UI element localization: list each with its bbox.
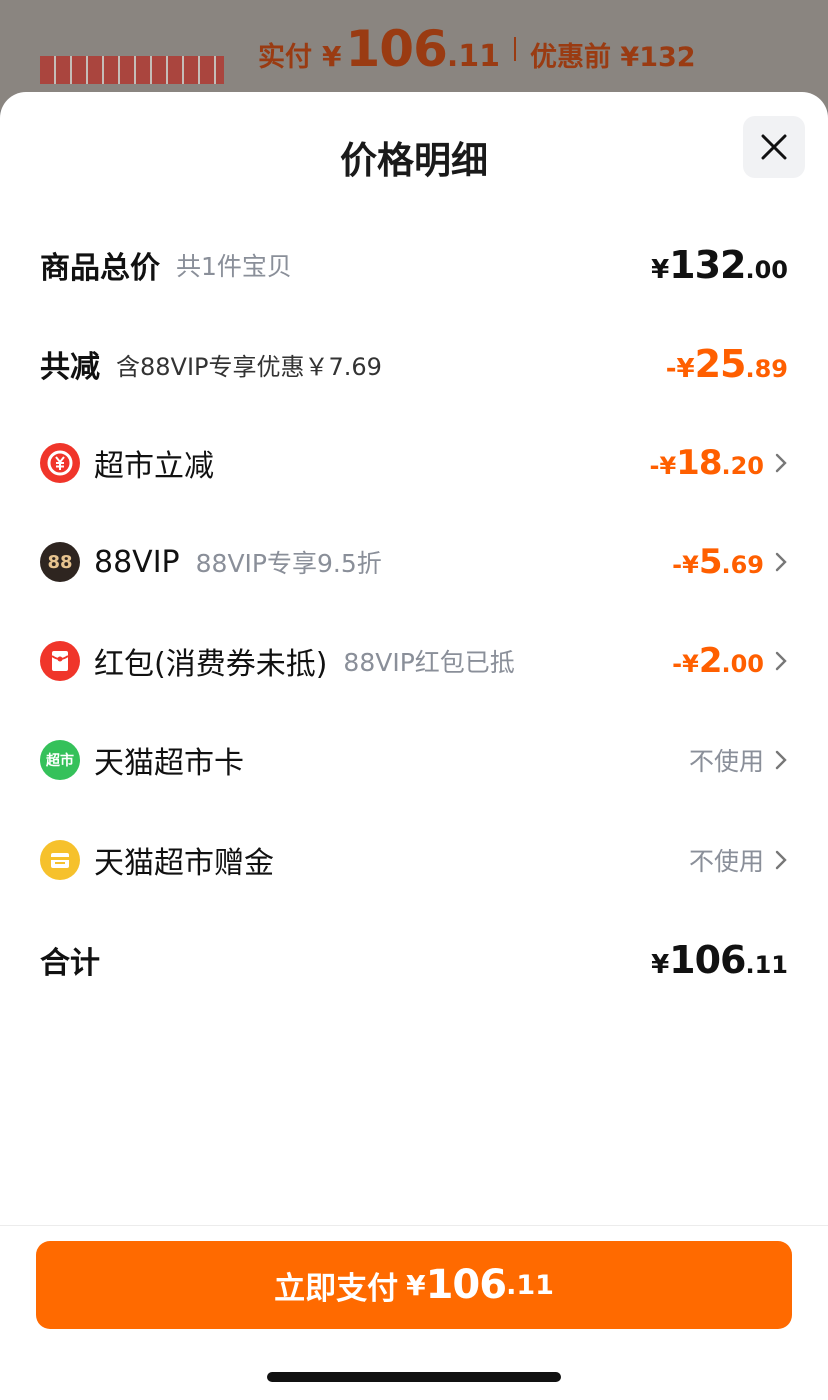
- chevron-right-icon: [775, 552, 787, 572]
- paid-dec: .11: [446, 39, 501, 74]
- 88vip-icon: 88: [40, 542, 80, 582]
- amount-dec: .20: [721, 452, 764, 480]
- row-sum: 合计 ¥ 106 .11: [40, 930, 788, 990]
- gift-icon: [40, 840, 80, 880]
- red-packet-icon: [40, 641, 80, 681]
- amount-dec: .89: [745, 355, 788, 383]
- home-indicator[interactable]: [267, 1372, 561, 1382]
- 88vip-value: -¥ 5 .69: [672, 542, 764, 582]
- chevron-right-icon: [775, 750, 787, 770]
- pay-amount-int: 106: [425, 1262, 507, 1308]
- supermarket-cut-value: -¥ 18 .20: [649, 443, 764, 483]
- close-icon: [761, 134, 787, 160]
- backdrop-price: 实付 ¥ 106 .11 优惠前 ¥132: [258, 20, 696, 78]
- amount-int: 132: [669, 243, 746, 287]
- price-detail-sheet: 价格明细 商品总价 共1件宝贝 ¥ 132 .00 共减 含88VIP专享优惠￥…: [0, 92, 828, 1400]
- amount-int: 18: [676, 443, 722, 483]
- amount-dec: .00: [721, 650, 764, 678]
- pay-currency: ¥: [406, 1268, 426, 1302]
- amount-dec: .11: [745, 951, 788, 979]
- tmall-card-value: 不使用: [688, 747, 764, 776]
- pay-amount-dec: .11: [506, 1269, 554, 1301]
- tmall-gift-label: 天猫超市赠金: [94, 846, 274, 881]
- tmall-gift-value: 不使用: [688, 847, 764, 876]
- red-packet-note: 88VIP红包已抵: [343, 648, 515, 677]
- total-price-value: ¥ 132 .00: [651, 243, 788, 287]
- product-thumbnail: [40, 56, 224, 84]
- currency: -¥: [665, 354, 695, 384]
- item-count: 共1件宝贝: [176, 252, 292, 281]
- chevron-right-icon: [775, 453, 787, 473]
- paid-int: 106: [345, 20, 447, 78]
- row-tmall-gift[interactable]: 天猫超市赠金 不使用: [40, 830, 788, 890]
- currency: -¥: [672, 551, 699, 579]
- total-price-label: 商品总价: [40, 251, 160, 286]
- pay-now-button[interactable]: 立即支付 ¥ 106 .11: [36, 1241, 792, 1329]
- row-red-packet[interactable]: 红包(消费券未抵) 88VIP红包已抵 -¥ 2 .00: [40, 631, 788, 691]
- tmall-card-icon: 超市: [40, 740, 80, 780]
- amount-int: 106: [669, 938, 746, 982]
- row-supermarket-cut[interactable]: 超市立减 -¥ 18 .20: [40, 433, 788, 493]
- row-total-price: 商品总价 共1件宝贝 ¥ 132 .00: [40, 235, 788, 295]
- paid-label: 实付: [258, 42, 312, 73]
- chevron-right-icon: [775, 651, 787, 671]
- pay-now-label: 立即支付: [274, 1270, 399, 1307]
- footer-divider: [0, 1225, 828, 1226]
- discount-note: 含88VIP专享优惠￥7.69: [116, 352, 382, 381]
- discount-value: -¥ 25 .89: [666, 342, 788, 386]
- 88vip-icon-text: 88: [47, 551, 73, 573]
- 88vip-label: 88VIP: [94, 544, 180, 580]
- currency: -¥: [672, 650, 699, 678]
- amount-int: 2: [698, 641, 723, 681]
- amount-int: 25: [694, 342, 747, 386]
- discount-label: 共减: [40, 350, 100, 385]
- row-tmall-card[interactable]: 超市 天猫超市卡 不使用: [40, 730, 788, 790]
- currency: ¥: [651, 950, 670, 980]
- sum-value: ¥ 106 .11: [651, 938, 788, 982]
- close-button[interactable]: [743, 116, 805, 178]
- divider: [514, 37, 517, 61]
- currency: ¥: [651, 255, 670, 285]
- paid-currency: ¥: [322, 40, 342, 73]
- yen-discount-icon: [40, 443, 80, 483]
- sum-label: 合计: [40, 946, 100, 981]
- tmall-card-icon-text: 超市: [46, 753, 74, 769]
- red-packet-label: 红包(消费券未抵): [94, 647, 328, 682]
- tmall-card-label: 天猫超市卡: [94, 746, 244, 781]
- amount-dec: .69: [721, 551, 764, 579]
- sheet-title: 价格明细: [340, 139, 488, 182]
- row-total-discount: 共减 含88VIP专享优惠￥7.69 -¥ 25 .89: [40, 334, 788, 394]
- supermarket-cut-label: 超市立减: [94, 449, 214, 484]
- amount-int: 5: [698, 542, 723, 582]
- amount-dec: .00: [745, 256, 788, 284]
- chevron-right-icon: [775, 850, 787, 870]
- original-price: 优惠前 ¥132: [530, 42, 696, 73]
- row-88vip[interactable]: 88 88VIP 88VIP专享9.5折 -¥ 5 .69: [40, 532, 788, 592]
- currency: -¥: [649, 452, 677, 480]
- 88vip-note: 88VIP专享9.5折: [195, 549, 382, 578]
- red-packet-value: -¥ 2 .00: [672, 641, 764, 681]
